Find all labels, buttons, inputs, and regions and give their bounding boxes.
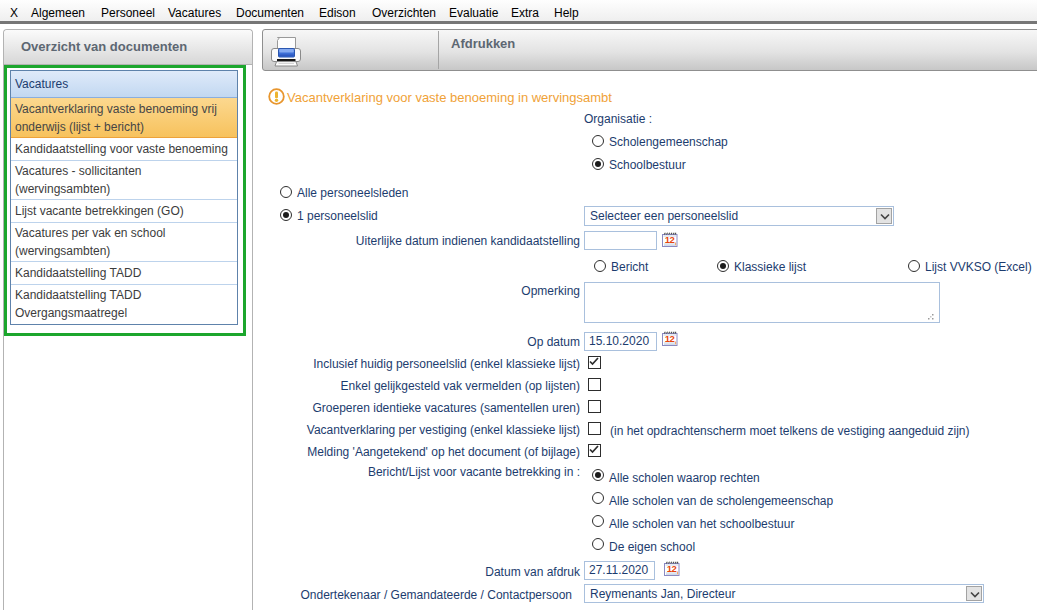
svg-text:12: 12	[665, 234, 675, 245]
svg-text:12: 12	[667, 563, 677, 574]
svg-text:12: 12	[665, 333, 675, 344]
